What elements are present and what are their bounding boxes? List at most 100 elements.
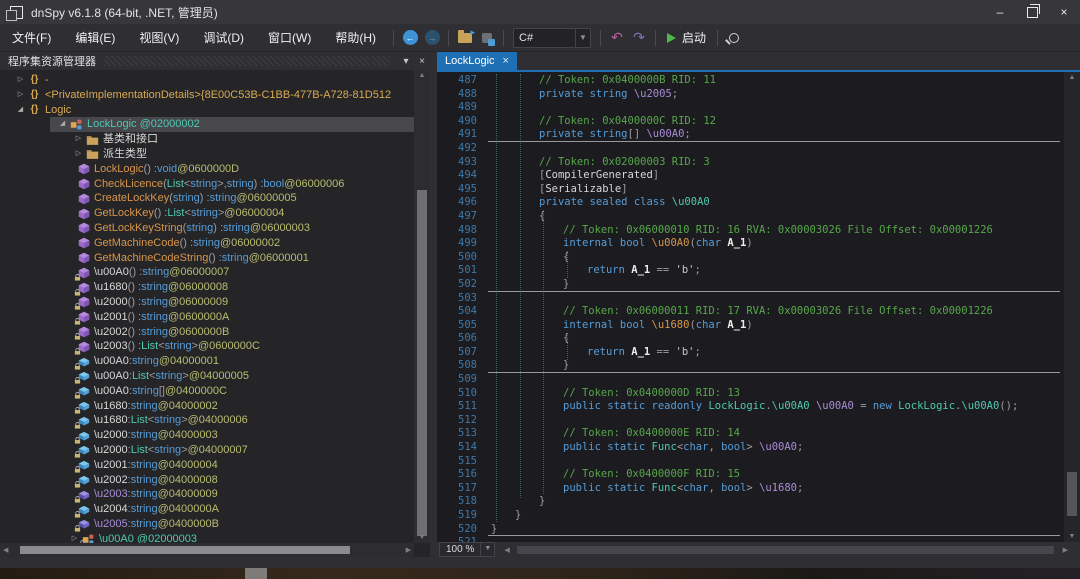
panel-menu-caret-icon[interactable]: ▾ <box>398 56 414 67</box>
scroll-left-icon[interactable]: ◀ <box>504 546 509 554</box>
code-line[interactable]: 492 <box>437 142 1064 156</box>
tab-close-icon[interactable]: × <box>503 55 509 67</box>
tree-row[interactable]: ◢LockLogic @02000002 <box>0 117 414 132</box>
tree-row[interactable]: \u2003 : string @04000009 <box>0 487 414 502</box>
tree-row[interactable]: \u2002() : string @0600000B <box>0 325 414 340</box>
tab-locklogic[interactable]: LockLogic × <box>437 52 517 70</box>
editor-hscroll-thumb[interactable] <box>517 546 1054 554</box>
code-line[interactable]: 512 <box>437 414 1064 428</box>
code-line[interactable]: 496private sealed class \u00A0 <box>437 196 1064 210</box>
tree-row[interactable]: LockLogic() : void @0600000D <box>0 162 414 177</box>
tree-row[interactable]: \u2001 : string @04000004 <box>0 458 414 473</box>
code-line[interactable]: 515 <box>437 455 1064 469</box>
code-line[interactable]: 517public static Func<char, bool> \u1680… <box>437 482 1064 496</box>
tree-row[interactable]: \u1680 : string @04000002 <box>0 399 414 414</box>
code-line[interactable]: 498// Token: 0x06000010 RID: 16 RVA: 0x0… <box>437 224 1064 238</box>
tree-row[interactable]: ▷基类和接口 <box>0 132 414 147</box>
code-line[interactable]: 507return A_1 == 'b'; <box>437 346 1064 360</box>
scroll-down-icon[interactable]: ▼ <box>1064 533 1080 540</box>
tree-row[interactable]: \u1680 : List<string> @04000006 <box>0 413 414 428</box>
code-line[interactable]: 518} <box>437 495 1064 509</box>
tree-row[interactable]: GetMachineCodeString() : string @0600000… <box>0 251 414 266</box>
navigate-forward-button[interactable]: → <box>421 27 443 49</box>
close-button[interactable]: × <box>1048 0 1080 24</box>
expander-collapsed-icon[interactable]: ▷ <box>72 147 85 162</box>
expander-collapsed-icon[interactable]: ▷ <box>14 73 27 88</box>
tree-row[interactable]: ▷{}- <box>0 73 414 88</box>
tree-vertical-scrollbar[interactable]: ▲ ▼ <box>414 70 430 543</box>
code-view[interactable]: 487// Token: 0x0400000B RID: 11488privat… <box>437 72 1064 542</box>
menu-item[interactable]: 调试(D) <box>193 25 254 50</box>
tree-row[interactable]: \u2000() : string @06000009 <box>0 295 414 310</box>
tree-row[interactable]: CheckLicence(List<string>, string) : boo… <box>0 177 414 192</box>
scroll-right-icon[interactable]: ▶ <box>406 546 411 554</box>
code-line[interactable]: 499internal bool \u00A0(char A_1) <box>437 237 1064 251</box>
code-line[interactable]: 513// Token: 0x0400000E RID: 14 <box>437 427 1064 441</box>
code-line[interactable]: 495[Serializable] <box>437 183 1064 197</box>
tree-vscroll-thumb[interactable] <box>417 190 427 536</box>
code-line[interactable]: 510// Token: 0x0400000D RID: 13 <box>437 387 1064 401</box>
language-combobox[interactable]: C# ▼ <box>513 28 591 48</box>
code-line[interactable]: 516// Token: 0x0400000F RID: 15 <box>437 468 1064 482</box>
tree-row[interactable]: \u2000 : List<string> @04000007 <box>0 443 414 458</box>
tree-row[interactable]: ▷\u00A0 @02000003 <box>0 532 414 543</box>
menu-item[interactable]: 编辑(E) <box>65 25 125 50</box>
code-line[interactable]: 502} <box>437 278 1064 292</box>
tree-row[interactable]: \u2001() : string @0600000A <box>0 310 414 325</box>
panel-close-icon[interactable]: × <box>414 56 430 67</box>
code-line[interactable]: 503 <box>437 292 1064 306</box>
zoom-combobox[interactable]: 100 % ▼ <box>439 542 495 557</box>
menu-item[interactable]: 窗口(W) <box>258 25 321 50</box>
restore-button[interactable] <box>1016 0 1048 24</box>
tree-row[interactable]: \u00A0 : string[] @0400000C <box>0 384 414 399</box>
code-line[interactable]: 519} <box>437 509 1064 523</box>
tree-row[interactable]: ▷派生类型 <box>0 147 414 162</box>
code-line[interactable]: 488private string \u2005; <box>437 88 1064 102</box>
search-button[interactable] <box>723 27 745 49</box>
scroll-up-icon[interactable]: ▲ <box>414 72 430 79</box>
redo-button[interactable]: ↷ <box>628 27 650 49</box>
tree-row[interactable]: \u2004 : string @0400000A <box>0 502 414 517</box>
chevron-down-icon[interactable]: ▼ <box>480 543 494 556</box>
tree-row[interactable]: \u2005 : string @0400000B <box>0 517 414 532</box>
tree-row[interactable]: \u1680() : string @06000008 <box>0 280 414 295</box>
expander-collapsed-icon[interactable]: ▷ <box>72 132 85 147</box>
code-line[interactable]: 504// Token: 0x06000011 RID: 17 RVA: 0x0… <box>437 305 1064 319</box>
code-line[interactable]: 511public static readonly LockLogic.\u00… <box>437 400 1064 414</box>
code-line[interactable]: 506{ <box>437 332 1064 346</box>
code-line[interactable]: 491private string[] \u00A0; <box>437 128 1064 142</box>
tree-row[interactable]: \u00A0 : string @04000001 <box>0 354 414 369</box>
navigate-back-button[interactable]: ← <box>399 27 421 49</box>
tree-horizontal-scrollbar[interactable]: ◀ ▶ <box>0 543 414 557</box>
scroll-left-icon[interactable]: ◀ <box>3 546 8 554</box>
code-line[interactable]: 509 <box>437 373 1064 387</box>
tree-row[interactable]: GetMachineCode() : string @06000002 <box>0 236 414 251</box>
menu-item[interactable]: 文件(F) <box>2 25 61 50</box>
tree-row[interactable]: \u2002 : string @04000008 <box>0 473 414 488</box>
menu-item[interactable]: 帮助(H) <box>325 25 386 50</box>
tree-row[interactable]: ▷{}<PrivateImplementationDetails>{8E00C5… <box>0 88 414 103</box>
tree-row[interactable]: ◢{}Logic <box>0 103 414 118</box>
code-line[interactable]: 514public static Func<char, bool> \u00A0… <box>437 441 1064 455</box>
tree-row[interactable]: GetLockKey() : List<string> @06000004 <box>0 206 414 221</box>
editor-vscroll-thumb[interactable] <box>1067 472 1077 516</box>
minimize-button[interactable]: – <box>984 0 1016 24</box>
code-line[interactable]: 501return A_1 == 'b'; <box>437 264 1064 278</box>
expander-collapsed-icon[interactable]: ▷ <box>14 88 27 103</box>
tree-row[interactable]: \u2000 : string @04000003 <box>0 428 414 443</box>
reload-assemblies-button[interactable] <box>476 27 498 49</box>
open-file-button[interactable] <box>454 27 476 49</box>
code-line[interactable]: 493// Token: 0x02000003 RID: 3 <box>437 156 1064 170</box>
menu-item[interactable]: 视图(V) <box>129 25 189 50</box>
code-line[interactable]: 520} <box>437 523 1064 537</box>
code-line[interactable]: 494[CompilerGenerated] <box>437 169 1064 183</box>
code-line[interactable]: 497{ <box>437 210 1064 224</box>
tree-hscroll-thumb[interactable] <box>20 546 350 554</box>
code-line[interactable]: 487// Token: 0x0400000B RID: 11 <box>437 74 1064 88</box>
code-line[interactable]: 500{ <box>437 251 1064 265</box>
panel-splitter[interactable] <box>430 52 437 557</box>
scroll-right-icon[interactable]: ▶ <box>1063 546 1068 554</box>
scroll-down-icon[interactable]: ▼ <box>414 534 430 541</box>
scroll-up-icon[interactable]: ▲ <box>1064 74 1080 81</box>
tree-row[interactable]: \u2003() : List<string> @0600000C <box>0 339 414 354</box>
